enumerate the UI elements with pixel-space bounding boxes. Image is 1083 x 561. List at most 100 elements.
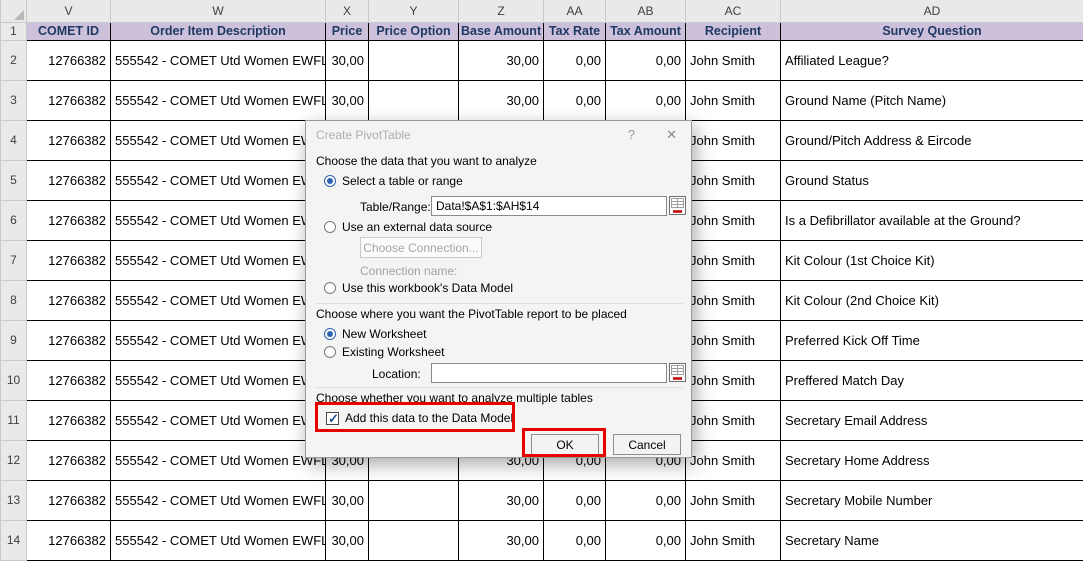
cell-recipient[interactable]: John Smith [686, 320, 781, 360]
cell-comet-id[interactable]: 12766382 [27, 160, 111, 200]
cell-tax-rate[interactable]: 0,00 [544, 480, 606, 520]
cell-recipient[interactable]: John Smith [686, 480, 781, 520]
cell-recipient[interactable]: John Smith [686, 520, 781, 560]
cancel-button[interactable]: Cancel [613, 434, 681, 455]
row-header[interactable]: 9 [1, 320, 27, 360]
column-header-ad[interactable]: AD [781, 0, 1083, 22]
column-header-y[interactable]: Y [369, 0, 459, 22]
range-selector-icon[interactable] [668, 363, 686, 383]
column-header-w[interactable]: W [111, 0, 326, 22]
select-all-corner[interactable] [1, 0, 27, 22]
cell-tax-amount[interactable]: 0,00 [606, 40, 686, 80]
range-selector-icon[interactable] [668, 196, 686, 216]
cell-comet-id[interactable]: 12766382 [27, 360, 111, 400]
cell-price[interactable]: 30,00 [326, 40, 369, 80]
radio-new-worksheet[interactable]: New Worksheet [324, 327, 426, 341]
table-range-input[interactable] [431, 196, 667, 216]
cell-survey-question[interactable]: Ground/Pitch Address & Eircode [781, 120, 1083, 160]
row-header[interactable]: 10 [1, 360, 27, 400]
cell-comet-id[interactable]: 12766382 [27, 320, 111, 360]
cell-price-option[interactable] [369, 480, 459, 520]
cell-base-amount[interactable]: 30,00 [459, 520, 544, 560]
radio-use-workbook-data-model[interactable]: Use this workbook's Data Model [324, 281, 513, 295]
row-header[interactable]: 5 [1, 160, 27, 200]
cell-comet-id[interactable]: 12766382 [27, 80, 111, 120]
header-cell-base-amount[interactable]: Base Amount [459, 22, 544, 40]
cell-description[interactable]: 555542 - COMET Utd Women EWFL [111, 240, 326, 280]
cell-survey-question[interactable]: Kit Colour (2nd Choice Kit) [781, 280, 1083, 320]
header-cell-survey-question[interactable]: Survey Question [781, 22, 1083, 40]
row-header[interactable]: 13 [1, 480, 27, 520]
header-cell-recipient[interactable]: Recipient [686, 22, 781, 40]
cell-tax-amount[interactable]: 0,00 [606, 80, 686, 120]
row-header[interactable]: 3 [1, 80, 27, 120]
cell-survey-question[interactable]: Secretary Name [781, 520, 1083, 560]
location-input[interactable] [431, 363, 667, 383]
row-header[interactable]: 6 [1, 200, 27, 240]
cell-tax-rate[interactable]: 0,00 [544, 80, 606, 120]
column-header-ab[interactable]: AB [606, 0, 686, 22]
row-header-1[interactable]: 1 [1, 22, 27, 40]
cell-recipient[interactable]: John Smith [686, 240, 781, 280]
cell-base-amount[interactable]: 30,00 [459, 480, 544, 520]
cell-price[interactable]: 30,00 [326, 520, 369, 560]
row-header[interactable]: 12 [1, 440, 27, 480]
cell-recipient[interactable]: John Smith [686, 280, 781, 320]
cell-recipient[interactable]: John Smith [686, 40, 781, 80]
header-cell-comet-id[interactable]: COMET ID [27, 22, 111, 40]
cell-tax-rate[interactable]: 0,00 [544, 40, 606, 80]
cell-base-amount[interactable]: 30,00 [459, 40, 544, 80]
cell-base-amount[interactable]: 30,00 [459, 80, 544, 120]
header-cell-tax-amount[interactable]: Tax Amount [606, 22, 686, 40]
cell-comet-id[interactable]: 12766382 [27, 120, 111, 160]
radio-use-external-data-source[interactable]: Use an external data source [324, 220, 492, 234]
cell-survey-question[interactable]: Secretary Home Address [781, 440, 1083, 480]
close-icon[interactable]: ✕ [666, 127, 677, 143]
cell-description[interactable]: 555542 - COMET Utd Women EWFL [111, 200, 326, 240]
cell-recipient[interactable]: John Smith [686, 80, 781, 120]
radio-existing-worksheet[interactable]: Existing Worksheet [324, 345, 445, 359]
header-cell-description[interactable]: Order Item Description [111, 22, 326, 40]
cell-survey-question[interactable]: Secretary Mobile Number [781, 480, 1083, 520]
help-icon[interactable]: ? [628, 127, 635, 142]
cell-survey-question[interactable]: Preffered Match Day [781, 360, 1083, 400]
cell-comet-id[interactable]: 12766382 [27, 480, 111, 520]
row-header[interactable]: 11 [1, 400, 27, 440]
column-header-aa[interactable]: AA [544, 0, 606, 22]
cell-survey-question[interactable]: Ground Status [781, 160, 1083, 200]
column-header-ac[interactable]: AC [686, 0, 781, 22]
cell-recipient[interactable]: John Smith [686, 400, 781, 440]
cell-description[interactable]: 555542 - COMET Utd Women EWFL [111, 480, 326, 520]
cell-survey-question[interactable]: Secretary Email Address [781, 400, 1083, 440]
cell-price-option[interactable] [369, 80, 459, 120]
cell-tax-amount[interactable]: 0,00 [606, 520, 686, 560]
row-header[interactable]: 7 [1, 240, 27, 280]
cell-recipient[interactable]: John Smith [686, 160, 781, 200]
column-header-z[interactable]: Z [459, 0, 544, 22]
dialog-titlebar[interactable]: Create PivotTable ? ✕ [306, 121, 691, 147]
row-header[interactable]: 8 [1, 280, 27, 320]
cell-comet-id[interactable]: 12766382 [27, 200, 111, 240]
cell-description[interactable]: 555542 - COMET Utd Women EWFL [111, 120, 326, 160]
cell-comet-id[interactable]: 12766382 [27, 440, 111, 480]
cell-survey-question[interactable]: Affiliated League? [781, 40, 1083, 80]
header-cell-price-option[interactable]: Price Option [369, 22, 459, 40]
cell-survey-question[interactable]: Ground Name (Pitch Name) [781, 80, 1083, 120]
cell-price-option[interactable] [369, 520, 459, 560]
cell-description[interactable]: 555542 - COMET Utd Women EWFL [111, 80, 326, 120]
cell-recipient[interactable]: John Smith [686, 360, 781, 400]
column-header-x[interactable]: X [326, 0, 369, 22]
cell-survey-question[interactable]: Preferred Kick Off Time [781, 320, 1083, 360]
cell-description[interactable]: 555542 - COMET Utd Women EWFL [111, 520, 326, 560]
cell-price-option[interactable] [369, 40, 459, 80]
cell-description[interactable]: 555542 - COMET Utd Women EWFL [111, 440, 326, 480]
cell-comet-id[interactable]: 12766382 [27, 280, 111, 320]
cell-comet-id[interactable]: 12766382 [27, 400, 111, 440]
cell-description[interactable]: 555542 - COMET Utd Women EWFL [111, 400, 326, 440]
cell-recipient[interactable]: John Smith [686, 200, 781, 240]
cell-comet-id[interactable]: 12766382 [27, 240, 111, 280]
cell-comet-id[interactable]: 12766382 [27, 520, 111, 560]
cell-survey-question[interactable]: Kit Colour (1st Choice Kit) [781, 240, 1083, 280]
cell-recipient[interactable]: John Smith [686, 120, 781, 160]
cell-tax-amount[interactable]: 0,00 [606, 480, 686, 520]
